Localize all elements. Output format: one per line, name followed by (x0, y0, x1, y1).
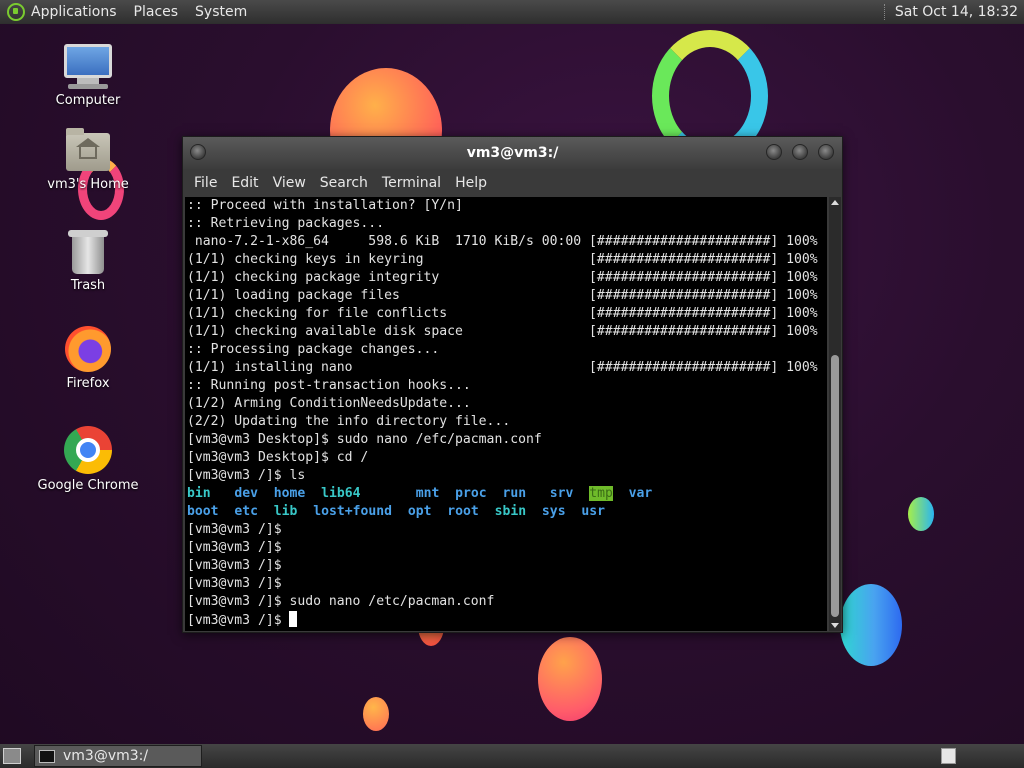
scrollbar-thumb[interactable] (831, 355, 839, 617)
chrome-icon (64, 426, 112, 474)
ls-entry: etc (234, 504, 258, 519)
window-title: vm3@vm3:/ (466, 145, 559, 161)
maximize-button[interactable] (792, 144, 808, 160)
wallpaper-green-dot (908, 497, 934, 531)
ls-entry: proc (455, 486, 487, 501)
desktop-icon-chrome[interactable]: Google Chrome (28, 426, 148, 493)
ls-entry: home (273, 486, 306, 501)
scroll-down-arrow-icon[interactable] (831, 623, 839, 628)
computer-icon (64, 44, 112, 89)
workspace-switcher[interactable] (941, 748, 956, 764)
terminal-line: [vm3@vm3 /]$ (187, 558, 282, 573)
terminal-line: (1/1) checking keys in keyring [########… (187, 252, 818, 267)
menu-system[interactable]: System (195, 4, 247, 20)
ls-entry: sbin (494, 504, 527, 519)
desktop-icon-label: Firefox (66, 376, 110, 391)
scroll-up-arrow-icon[interactable] (831, 200, 839, 205)
desktop-icon-label: Trash (70, 278, 106, 293)
taskbar-button-terminal[interactable]: vm3@vm3:/ (34, 745, 202, 767)
clock-area: Sat Oct 14, 18:32 (883, 0, 1024, 24)
wallpaper-orange-bubble-small (538, 637, 602, 721)
ls-entry: dev (234, 486, 258, 501)
ls-entry: lost+found (313, 504, 393, 519)
text-cursor (289, 611, 298, 627)
ls-entry: run (502, 486, 527, 501)
desktop-icon-home[interactable]: vm3's Home (28, 127, 148, 192)
menu-places[interactable]: Places (134, 4, 179, 20)
ls-entry: root (447, 504, 479, 519)
menu-edit[interactable]: Edit (231, 175, 258, 191)
ls-entry: lib (273, 504, 298, 519)
terminal-line: :: Proceed with installation? [Y/n] (187, 198, 463, 213)
terminal-line: (1/1) checking available disk space [###… (187, 324, 818, 339)
ls-entry: lib64 (321, 486, 361, 501)
ls-entry: usr (581, 504, 606, 519)
ls-entry: bin (187, 486, 211, 501)
desktop-icon-label: vm3's Home (47, 177, 129, 192)
ls-entry: boot (187, 504, 219, 519)
terminal-menubar: File Edit View Search Terminal Help (183, 169, 842, 197)
clock[interactable]: Sat Oct 14, 18:32 (895, 4, 1024, 20)
ls-entry: sys (541, 504, 566, 519)
window-titlebar[interactable]: vm3@vm3:/ (183, 137, 842, 169)
wallpaper-orange-dot (363, 697, 389, 731)
menu-view[interactable]: View (273, 175, 306, 191)
ls-output-row: bin dev home lib64 mnt proc run srv tmp … (185, 485, 827, 503)
terminal-line: :: Processing package changes... (187, 342, 440, 357)
wallpaper-blue-bubble (840, 584, 902, 666)
desktop-icon-label: Computer (55, 93, 121, 108)
desktop-icon-firefox[interactable]: Firefox (28, 326, 148, 391)
menu-search[interactable]: Search (320, 175, 368, 191)
firefox-icon (65, 326, 111, 372)
desktop-icon-computer[interactable]: Computer (28, 44, 148, 108)
terminal-line: [vm3@vm3 /]$ sudo nano /etc/pacman.conf (187, 594, 495, 609)
terminal-line: [vm3@vm3 /]$ ls (187, 468, 306, 483)
terminal-scrollbar[interactable] (829, 197, 841, 631)
terminal-output[interactable]: :: Proceed with installation? [Y/n] :: R… (185, 197, 827, 631)
terminal-line: :: Running post-transaction hooks... (187, 378, 471, 393)
terminal-line: [vm3@vm3 /]$ (187, 540, 282, 555)
home-folder-icon (66, 128, 110, 171)
close-button[interactable] (818, 144, 834, 160)
desktop-icon-trash[interactable]: Trash (28, 228, 148, 293)
desktop-icon-label: Google Chrome (37, 478, 139, 493)
minimize-button[interactable] (766, 144, 782, 160)
ls-output-row: boot etc lib lost+found opt root sbin sy… (185, 503, 827, 521)
terminal-window: vm3@vm3:/ File Edit View Search Terminal… (182, 136, 843, 633)
terminal-line: nano-7.2-1-x86_64 598.6 KiB 1710 KiB/s 0… (187, 234, 818, 249)
window-menu-icon[interactable] (190, 144, 206, 160)
terminal-line: [vm3@vm3 Desktop]$ sudo nano /efc/pacman… (187, 432, 542, 447)
show-desktop-icon[interactable] (3, 748, 21, 764)
terminal-line: [vm3@vm3 /]$ (187, 576, 282, 591)
bottom-panel: vm3@vm3:/ (0, 744, 1024, 768)
ls-entry: var (628, 486, 653, 501)
distro-logo-icon[interactable] (7, 3, 25, 21)
taskbar-button-label: vm3@vm3:/ (63, 748, 149, 764)
terminal-prompt-line[interactable]: [vm3@vm3 /]$ (185, 611, 827, 629)
terminal-line: (1/1) checking package integrity [######… (187, 270, 818, 285)
terminal-line: [vm3@vm3 Desktop]$ cd / (187, 450, 369, 465)
terminal-prompt: [vm3@vm3 /]$ (187, 613, 290, 628)
terminal-line: (1/1) loading package files [###########… (187, 288, 818, 303)
ls-entry: mnt (415, 486, 440, 501)
ls-entry: opt (407, 504, 432, 519)
terminal-line: (1/1) checking for file conflicts [#####… (187, 306, 818, 321)
terminal-line: :: Retrieving packages... (187, 216, 385, 231)
trash-icon (68, 230, 108, 274)
menu-terminal[interactable]: Terminal (382, 175, 441, 191)
terminal-line: [vm3@vm3 /]$ (187, 522, 282, 537)
menu-file[interactable]: File (194, 175, 217, 191)
top-panel: Applications Places System Sat Oct 14, 1… (0, 0, 1024, 24)
terminal-line: (2/2) Updating the info directory file..… (187, 414, 511, 429)
ls-entry: srv (549, 486, 574, 501)
menu-help[interactable]: Help (455, 175, 487, 191)
menu-applications[interactable]: Applications (31, 4, 117, 20)
terminal-line: (1/2) Arming ConditionNeedsUpdate... (187, 396, 471, 411)
panel-handle (883, 4, 887, 20)
ls-entry-tmp: tmp (589, 486, 613, 501)
terminal-line: (1/1) installing nano [#################… (187, 360, 818, 375)
terminal-icon (39, 749, 55, 763)
